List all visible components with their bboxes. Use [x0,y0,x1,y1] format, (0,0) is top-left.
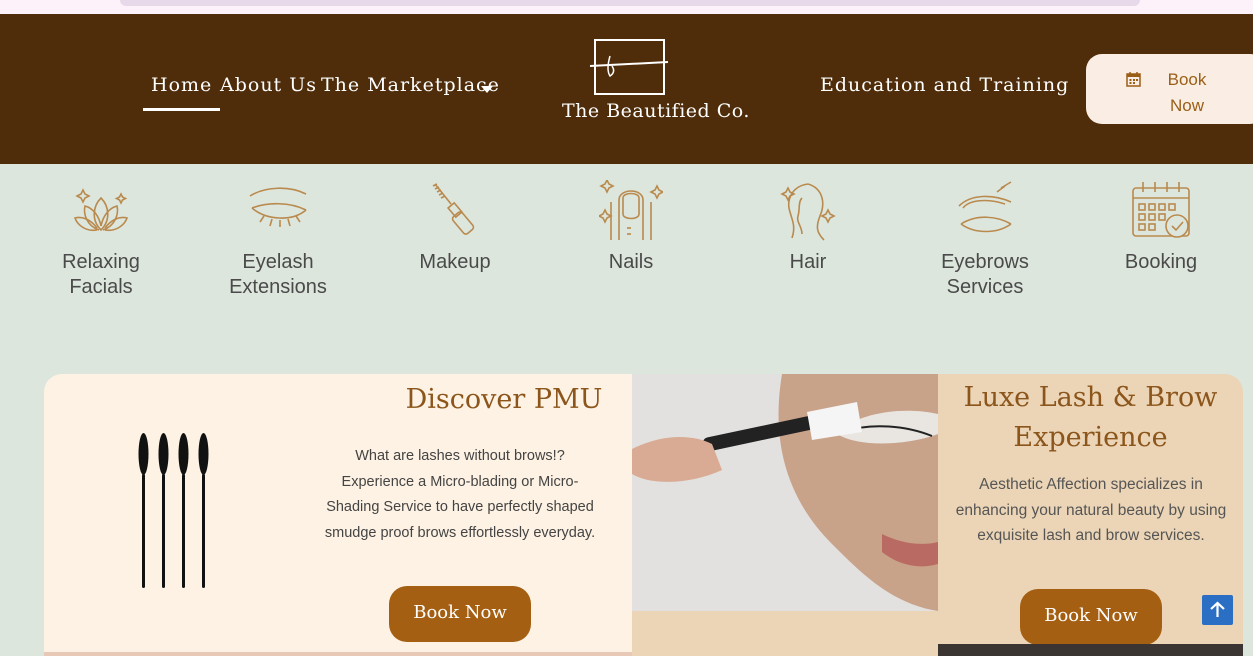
scroll-to-top-button[interactable] [1202,595,1233,625]
card-bottom-edge [44,652,632,656]
site-logo[interactable]: The Beautified Co. [562,36,750,126]
luxe-description: Aesthetic Affection specializes in enhan… [955,476,1227,544]
lotus-icon [73,188,129,232]
discover-pmu-card: Discover PMU What are lashes without bro… [44,374,632,656]
chevron-down-icon[interactable] [481,86,493,93]
site-header: Home About Us The Marketplace The Beauti… [0,14,1253,164]
service-label: Makeup [419,251,491,273]
service-hair[interactable]: Hair [728,180,888,275]
calendar-check-icon [1132,182,1190,238]
service-makeup[interactable]: Makeup [375,180,535,275]
service-eyelash-extensions[interactable]: Eyelash Extensions [198,180,358,300]
photo-underlay [632,611,938,656]
nav-the-marketplace[interactable]: The Marketplace [321,74,500,96]
book-now-line2: Now [1169,96,1204,115]
hair-icon [780,183,836,241]
calendar-icon [1126,72,1141,87]
luxe-lash-brow-card: Luxe Lash & Brow Experience Aesthetic Aff… [938,374,1243,645]
logo-mark-icon [589,39,669,95]
service-label: Relaxing Facials [62,251,140,298]
top-bar [120,0,1140,6]
top-strip [0,0,1253,14]
next-section-strip [938,644,1243,656]
nail-icon [599,180,663,240]
pmu-book-now-button[interactable]: Book Now [389,586,531,642]
nav-education-and-training[interactable]: Education and Training [820,74,1069,96]
service-label: Booking [1124,251,1198,273]
book-now-label: Book Now [1156,67,1218,119]
service-label: Eyebrows Services [941,251,1029,298]
service-relaxing-facials[interactable]: Relaxing Facials [21,180,181,300]
nav-home[interactable]: Home [142,74,221,111]
mascara-icon [432,183,475,235]
service-eyebrows-services[interactable]: Eyebrows Services [905,180,1065,300]
mascara-wands-image [138,433,209,588]
service-nails[interactable]: Nails [551,180,711,275]
eyebrow-icon [958,181,1012,233]
luxe-title: Luxe Lash & Brow Experience [963,382,1218,453]
logo-text: The Beautified Co. [562,100,750,122]
luxe-book-now-button[interactable]: Book Now [1020,589,1162,645]
lash-brush-photo [632,374,938,611]
service-label: Eyelash Extensions [229,251,327,298]
service-label: Hair [789,251,827,273]
book-now-line1: Book [1167,70,1207,89]
pmu-description: What are lashes without brows!? Experien… [324,448,596,541]
book-now-button[interactable]: Book Now [1086,54,1253,124]
arrow-up-icon [1210,601,1225,617]
photo-illustration [632,374,938,611]
eyelash-icon [249,187,307,227]
nav-about-us[interactable]: About Us [220,74,317,96]
service-label: Nails [608,251,654,273]
pmu-title: Discover PMU [405,384,603,415]
service-booking[interactable]: Booking [1081,180,1241,275]
